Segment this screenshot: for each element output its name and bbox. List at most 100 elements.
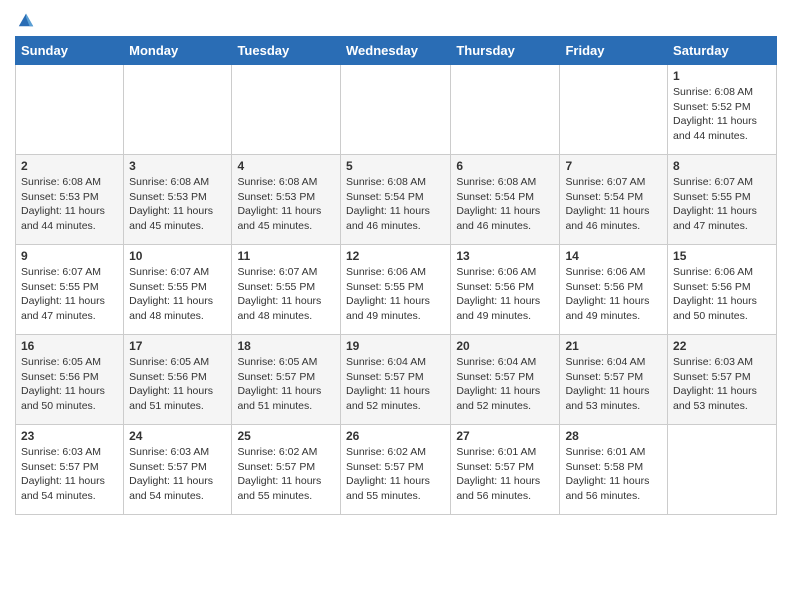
day-info: Sunrise: 6:06 AM Sunset: 5:56 PM Dayligh…	[565, 265, 662, 324]
calendar-cell: 17 Sunrise: 6:05 AM Sunset: 5:56 PM Dayli…	[124, 335, 232, 425]
day-info: Sunrise: 6:04 AM Sunset: 5:57 PM Dayligh…	[346, 355, 445, 414]
calendar-cell: 16 Sunrise: 6:05 AM Sunset: 5:56 PM Dayli…	[16, 335, 124, 425]
day-info: Sunrise: 6:03 AM Sunset: 5:57 PM Dayligh…	[673, 355, 771, 414]
day-info: Sunrise: 6:07 AM Sunset: 5:55 PM Dayligh…	[129, 265, 226, 324]
calendar-week-row: 16 Sunrise: 6:05 AM Sunset: 5:56 PM Dayli…	[16, 335, 777, 425]
day-info: Sunrise: 6:02 AM Sunset: 5:57 PM Dayligh…	[237, 445, 335, 504]
day-number: 28	[565, 429, 662, 443]
weekday-header: Friday	[560, 37, 668, 65]
calendar-cell	[560, 65, 668, 155]
day-number: 2	[21, 159, 118, 173]
day-info: Sunrise: 6:08 AM Sunset: 5:54 PM Dayligh…	[346, 175, 445, 234]
day-info: Sunrise: 6:08 AM Sunset: 5:53 PM Dayligh…	[129, 175, 226, 234]
day-info: Sunrise: 6:07 AM Sunset: 5:55 PM Dayligh…	[237, 265, 335, 324]
day-info: Sunrise: 6:07 AM Sunset: 5:55 PM Dayligh…	[673, 175, 771, 234]
day-info: Sunrise: 6:01 AM Sunset: 5:57 PM Dayligh…	[456, 445, 554, 504]
calendar-cell: 19 Sunrise: 6:04 AM Sunset: 5:57 PM Dayli…	[340, 335, 450, 425]
day-number: 21	[565, 339, 662, 353]
day-number: 13	[456, 249, 554, 263]
calendar-cell: 10 Sunrise: 6:07 AM Sunset: 5:55 PM Dayli…	[124, 245, 232, 335]
day-number: 17	[129, 339, 226, 353]
day-info: Sunrise: 6:08 AM Sunset: 5:53 PM Dayligh…	[21, 175, 118, 234]
calendar-cell: 25 Sunrise: 6:02 AM Sunset: 5:57 PM Dayli…	[232, 425, 341, 515]
day-info: Sunrise: 6:03 AM Sunset: 5:57 PM Dayligh…	[129, 445, 226, 504]
day-info: Sunrise: 6:05 AM Sunset: 5:57 PM Dayligh…	[237, 355, 335, 414]
day-info: Sunrise: 6:06 AM Sunset: 5:56 PM Dayligh…	[673, 265, 771, 324]
day-number: 8	[673, 159, 771, 173]
calendar-cell: 15 Sunrise: 6:06 AM Sunset: 5:56 PM Dayli…	[668, 245, 777, 335]
calendar-week-row: 1Sunrise: 6:08 AM Sunset: 5:52 PM Daylig…	[16, 65, 777, 155]
weekday-header: Thursday	[451, 37, 560, 65]
weekday-header: Tuesday	[232, 37, 341, 65]
day-info: Sunrise: 6:05 AM Sunset: 5:56 PM Dayligh…	[129, 355, 226, 414]
calendar-cell: 5 Sunrise: 6:08 AM Sunset: 5:54 PM Daylig…	[340, 155, 450, 245]
day-number: 24	[129, 429, 226, 443]
day-number: 22	[673, 339, 771, 353]
calendar-cell	[668, 425, 777, 515]
calendar-header-row: SundayMondayTuesdayWednesdayThursdayFrid…	[16, 37, 777, 65]
day-number: 9	[21, 249, 118, 263]
day-number: 19	[346, 339, 445, 353]
day-info: Sunrise: 6:07 AM Sunset: 5:54 PM Dayligh…	[565, 175, 662, 234]
calendar-cell: 2 Sunrise: 6:08 AM Sunset: 5:53 PM Daylig…	[16, 155, 124, 245]
calendar-cell: 1Sunrise: 6:08 AM Sunset: 5:52 PM Daylig…	[668, 65, 777, 155]
calendar-table: SundayMondayTuesdayWednesdayThursdayFrid…	[15, 36, 777, 515]
calendar-cell	[340, 65, 450, 155]
calendar-cell: 11 Sunrise: 6:07 AM Sunset: 5:55 PM Dayli…	[232, 245, 341, 335]
weekday-header: Saturday	[668, 37, 777, 65]
day-number: 20	[456, 339, 554, 353]
calendar-cell: 6 Sunrise: 6:08 AM Sunset: 5:54 PM Daylig…	[451, 155, 560, 245]
header	[15, 10, 777, 28]
logo	[15, 10, 35, 28]
day-info: Sunrise: 6:02 AM Sunset: 5:57 PM Dayligh…	[346, 445, 445, 504]
logo-icon	[17, 10, 35, 28]
day-info: Sunrise: 6:01 AM Sunset: 5:58 PM Dayligh…	[565, 445, 662, 504]
day-info: Sunrise: 6:04 AM Sunset: 5:57 PM Dayligh…	[456, 355, 554, 414]
calendar-cell: 13 Sunrise: 6:06 AM Sunset: 5:56 PM Dayli…	[451, 245, 560, 335]
day-info: Sunrise: 6:05 AM Sunset: 5:56 PM Dayligh…	[21, 355, 118, 414]
day-number: 27	[456, 429, 554, 443]
day-number: 23	[21, 429, 118, 443]
calendar-cell: 18 Sunrise: 6:05 AM Sunset: 5:57 PM Dayli…	[232, 335, 341, 425]
day-info: Sunrise: 6:04 AM Sunset: 5:57 PM Dayligh…	[565, 355, 662, 414]
weekday-header: Wednesday	[340, 37, 450, 65]
day-number: 3	[129, 159, 226, 173]
weekday-header: Sunday	[16, 37, 124, 65]
day-number: 5	[346, 159, 445, 173]
day-number: 25	[237, 429, 335, 443]
day-number: 16	[21, 339, 118, 353]
calendar-cell: 9 Sunrise: 6:07 AM Sunset: 5:55 PM Daylig…	[16, 245, 124, 335]
calendar-week-row: 9 Sunrise: 6:07 AM Sunset: 5:55 PM Daylig…	[16, 245, 777, 335]
day-info: Sunrise: 6:06 AM Sunset: 5:56 PM Dayligh…	[456, 265, 554, 324]
day-number: 14	[565, 249, 662, 263]
calendar-cell: 28 Sunrise: 6:01 AM Sunset: 5:58 PM Dayli…	[560, 425, 668, 515]
day-info: Sunrise: 6:06 AM Sunset: 5:55 PM Dayligh…	[346, 265, 445, 324]
day-info: Sunrise: 6:08 AM Sunset: 5:52 PM Dayligh…	[673, 85, 771, 144]
calendar-cell: 23 Sunrise: 6:03 AM Sunset: 5:57 PM Dayli…	[16, 425, 124, 515]
day-number: 26	[346, 429, 445, 443]
calendar-cell	[232, 65, 341, 155]
day-number: 15	[673, 249, 771, 263]
day-number: 18	[237, 339, 335, 353]
calendar-cell: 26 Sunrise: 6:02 AM Sunset: 5:57 PM Dayli…	[340, 425, 450, 515]
calendar-cell: 8 Sunrise: 6:07 AM Sunset: 5:55 PM Daylig…	[668, 155, 777, 245]
calendar-cell: 21 Sunrise: 6:04 AM Sunset: 5:57 PM Dayli…	[560, 335, 668, 425]
day-info: Sunrise: 6:08 AM Sunset: 5:54 PM Dayligh…	[456, 175, 554, 234]
day-number: 11	[237, 249, 335, 263]
day-number: 7	[565, 159, 662, 173]
day-number: 6	[456, 159, 554, 173]
day-number: 4	[237, 159, 335, 173]
day-info: Sunrise: 6:07 AM Sunset: 5:55 PM Dayligh…	[21, 265, 118, 324]
calendar-cell: 27 Sunrise: 6:01 AM Sunset: 5:57 PM Dayli…	[451, 425, 560, 515]
calendar-week-row: 2 Sunrise: 6:08 AM Sunset: 5:53 PM Daylig…	[16, 155, 777, 245]
calendar-cell	[451, 65, 560, 155]
day-number: 12	[346, 249, 445, 263]
calendar-cell: 14 Sunrise: 6:06 AM Sunset: 5:56 PM Dayli…	[560, 245, 668, 335]
day-info: Sunrise: 6:03 AM Sunset: 5:57 PM Dayligh…	[21, 445, 118, 504]
day-info: Sunrise: 6:08 AM Sunset: 5:53 PM Dayligh…	[237, 175, 335, 234]
calendar-cell: 24 Sunrise: 6:03 AM Sunset: 5:57 PM Dayli…	[124, 425, 232, 515]
calendar-cell	[16, 65, 124, 155]
calendar-cell: 22 Sunrise: 6:03 AM Sunset: 5:57 PM Dayli…	[668, 335, 777, 425]
day-number: 10	[129, 249, 226, 263]
calendar-week-row: 23 Sunrise: 6:03 AM Sunset: 5:57 PM Dayli…	[16, 425, 777, 515]
